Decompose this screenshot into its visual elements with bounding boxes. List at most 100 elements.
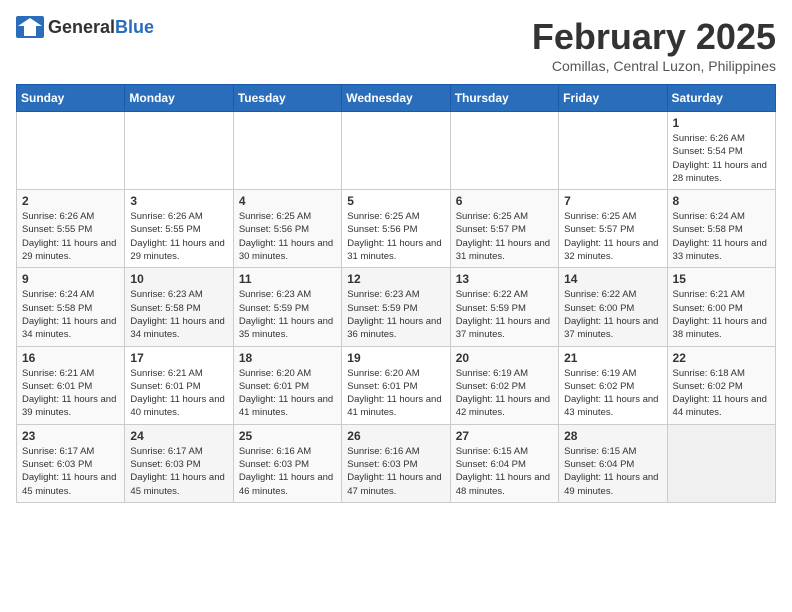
day-number: 27 xyxy=(456,429,553,443)
weekday-header-tuesday: Tuesday xyxy=(233,85,341,112)
day-number: 28 xyxy=(564,429,661,443)
day-info: Sunrise: 6:15 AMSunset: 6:04 PMDaylight:… xyxy=(564,445,661,498)
day-info: Sunrise: 6:22 AMSunset: 6:00 PMDaylight:… xyxy=(564,288,661,341)
location-subtitle: Comillas, Central Luzon, Philippines xyxy=(532,58,776,74)
day-info: Sunrise: 6:24 AMSunset: 5:58 PMDaylight:… xyxy=(22,288,119,341)
calendar-cell xyxy=(342,112,450,190)
day-info: Sunrise: 6:17 AMSunset: 6:03 PMDaylight:… xyxy=(22,445,119,498)
calendar-cell: 16 Sunrise: 6:21 AMSunset: 6:01 PMDayligh… xyxy=(17,346,125,424)
calendar-cell: 19Sunrise: 6:20 AMSunset: 6:01 PMDayligh… xyxy=(342,346,450,424)
day-info: Sunrise: 6:25 AMSunset: 5:56 PMDaylight:… xyxy=(239,210,336,263)
weekday-header-row: SundayMondayTuesdayWednesdayThursdayFrid… xyxy=(17,85,776,112)
week-row-2: 2 Sunrise: 6:26 AMSunset: 5:55 PMDaylight… xyxy=(17,190,776,268)
day-number: 12 xyxy=(347,272,444,286)
week-row-4: 16 Sunrise: 6:21 AMSunset: 6:01 PMDayligh… xyxy=(17,346,776,424)
day-number: 4 xyxy=(239,194,336,208)
day-info: Sunrise: 6:19 AMSunset: 6:02 PMDaylight:… xyxy=(564,367,661,420)
calendar-cell: 20Sunrise: 6:19 AMSunset: 6:02 PMDayligh… xyxy=(450,346,558,424)
day-number: 19 xyxy=(347,351,444,365)
day-info: Sunrise: 6:23 AMSunset: 5:59 PMDaylight:… xyxy=(347,288,444,341)
calendar-cell xyxy=(125,112,233,190)
page-header: GeneralBlue February 2025 Comillas, Cent… xyxy=(16,16,776,74)
calendar-cell: 22Sunrise: 6:18 AMSunset: 6:02 PMDayligh… xyxy=(667,346,775,424)
day-number: 21 xyxy=(564,351,661,365)
day-number: 13 xyxy=(456,272,553,286)
day-info: Sunrise: 6:22 AMSunset: 5:59 PMDaylight:… xyxy=(456,288,553,341)
month-year-title: February 2025 xyxy=(532,16,776,58)
calendar-cell: 15Sunrise: 6:21 AMSunset: 6:00 PMDayligh… xyxy=(667,268,775,346)
calendar-cell: 9Sunrise: 6:24 AMSunset: 5:58 PMDaylight… xyxy=(17,268,125,346)
day-number: 3 xyxy=(130,194,227,208)
day-info: Sunrise: 6:16 AMSunset: 6:03 PMDaylight:… xyxy=(239,445,336,498)
calendar-cell xyxy=(559,112,667,190)
logo-blue-text: Blue xyxy=(115,17,154,37)
day-number: 23 xyxy=(22,429,119,443)
calendar-cell: 26Sunrise: 6:16 AMSunset: 6:03 PMDayligh… xyxy=(342,424,450,502)
day-info: Sunrise: 6:21 AMSunset: 6:01 PMDaylight:… xyxy=(130,367,227,420)
day-number: 20 xyxy=(456,351,553,365)
logo-general-text: General xyxy=(48,17,115,37)
day-number: 16 xyxy=(22,351,119,365)
calendar-cell: 21 Sunrise: 6:19 AMSunset: 6:02 PMDayligh… xyxy=(559,346,667,424)
calendar-cell: 2 Sunrise: 6:26 AMSunset: 5:55 PMDaylight… xyxy=(17,190,125,268)
calendar-cell: 12 Sunrise: 6:23 AMSunset: 5:59 PMDayligh… xyxy=(342,268,450,346)
weekday-header-saturday: Saturday xyxy=(667,85,775,112)
day-number: 10 xyxy=(130,272,227,286)
day-number: 11 xyxy=(239,272,336,286)
day-number: 26 xyxy=(347,429,444,443)
calendar-cell: 5 Sunrise: 6:25 AMSunset: 5:56 PMDaylight… xyxy=(342,190,450,268)
calendar-cell xyxy=(17,112,125,190)
calendar-cell: 4 Sunrise: 6:25 AMSunset: 5:56 PMDaylight… xyxy=(233,190,341,268)
weekday-header-wednesday: Wednesday xyxy=(342,85,450,112)
logo: GeneralBlue xyxy=(16,16,154,38)
calendar-cell: 18 Sunrise: 6:20 AMSunset: 6:01 PMDayligh… xyxy=(233,346,341,424)
day-info: Sunrise: 6:23 AMSunset: 5:58 PMDaylight:… xyxy=(130,288,227,341)
day-info: Sunrise: 6:26 AMSunset: 5:55 PMDaylight:… xyxy=(130,210,227,263)
calendar-cell: 10 Sunrise: 6:23 AMSunset: 5:58 PMDayligh… xyxy=(125,268,233,346)
calendar-cell xyxy=(450,112,558,190)
week-row-1: 1 Sunrise: 6:26 AMSunset: 5:54 PMDaylight… xyxy=(17,112,776,190)
weekday-header-friday: Friday xyxy=(559,85,667,112)
day-info: Sunrise: 6:24 AMSunset: 5:58 PMDaylight:… xyxy=(673,210,770,263)
calendar-cell: 6 Sunrise: 6:25 AMSunset: 5:57 PMDaylight… xyxy=(450,190,558,268)
day-info: Sunrise: 6:23 AMSunset: 5:59 PMDaylight:… xyxy=(239,288,336,341)
day-number: 6 xyxy=(456,194,553,208)
day-info: Sunrise: 6:26 AMSunset: 5:54 PMDaylight:… xyxy=(673,132,770,185)
calendar-cell: 13 Sunrise: 6:22 AMSunset: 5:59 PMDayligh… xyxy=(450,268,558,346)
calendar-cell: 17Sunrise: 6:21 AMSunset: 6:01 PMDayligh… xyxy=(125,346,233,424)
day-info: Sunrise: 6:21 AMSunset: 6:01 PMDaylight:… xyxy=(22,367,119,420)
weekday-header-monday: Monday xyxy=(125,85,233,112)
weekday-header-thursday: Thursday xyxy=(450,85,558,112)
day-info: Sunrise: 6:25 AMSunset: 5:57 PMDaylight:… xyxy=(456,210,553,263)
day-number: 18 xyxy=(239,351,336,365)
calendar-cell: 28 Sunrise: 6:15 AMSunset: 6:04 PMDayligh… xyxy=(559,424,667,502)
day-info: Sunrise: 6:15 AMSunset: 6:04 PMDaylight:… xyxy=(456,445,553,498)
week-row-3: 9Sunrise: 6:24 AMSunset: 5:58 PMDaylight… xyxy=(17,268,776,346)
calendar-cell: 23 Sunrise: 6:17 AMSunset: 6:03 PMDayligh… xyxy=(17,424,125,502)
week-row-5: 23 Sunrise: 6:17 AMSunset: 6:03 PMDayligh… xyxy=(17,424,776,502)
calendar-cell: 3 Sunrise: 6:26 AMSunset: 5:55 PMDaylight… xyxy=(125,190,233,268)
day-number: 14 xyxy=(564,272,661,286)
calendar-cell: 24 Sunrise: 6:17 AMSunset: 6:03 PMDayligh… xyxy=(125,424,233,502)
day-number: 24 xyxy=(130,429,227,443)
calendar-table: SundayMondayTuesdayWednesdayThursdayFrid… xyxy=(16,84,776,503)
calendar-cell xyxy=(233,112,341,190)
day-info: Sunrise: 6:17 AMSunset: 6:03 PMDaylight:… xyxy=(130,445,227,498)
day-info: Sunrise: 6:25 AMSunset: 5:56 PMDaylight:… xyxy=(347,210,444,263)
day-number: 2 xyxy=(22,194,119,208)
weekday-header-sunday: Sunday xyxy=(17,85,125,112)
day-info: Sunrise: 6:20 AMSunset: 6:01 PMDaylight:… xyxy=(239,367,336,420)
day-number: 8 xyxy=(673,194,770,208)
day-number: 5 xyxy=(347,194,444,208)
day-number: 15 xyxy=(673,272,770,286)
day-info: Sunrise: 6:18 AMSunset: 6:02 PMDaylight:… xyxy=(673,367,770,420)
day-info: Sunrise: 6:26 AMSunset: 5:55 PMDaylight:… xyxy=(22,210,119,263)
title-block: February 2025 Comillas, Central Luzon, P… xyxy=(532,16,776,74)
day-info: Sunrise: 6:25 AMSunset: 5:57 PMDaylight:… xyxy=(564,210,661,263)
calendar-cell: 14 Sunrise: 6:22 AMSunset: 6:00 PMDayligh… xyxy=(559,268,667,346)
calendar-cell: 7Sunrise: 6:25 AMSunset: 5:57 PMDaylight… xyxy=(559,190,667,268)
calendar-cell: 25Sunrise: 6:16 AMSunset: 6:03 PMDayligh… xyxy=(233,424,341,502)
calendar-cell: 1 Sunrise: 6:26 AMSunset: 5:54 PMDaylight… xyxy=(667,112,775,190)
day-number: 1 xyxy=(673,116,770,130)
calendar-cell: 27 Sunrise: 6:15 AMSunset: 6:04 PMDayligh… xyxy=(450,424,558,502)
